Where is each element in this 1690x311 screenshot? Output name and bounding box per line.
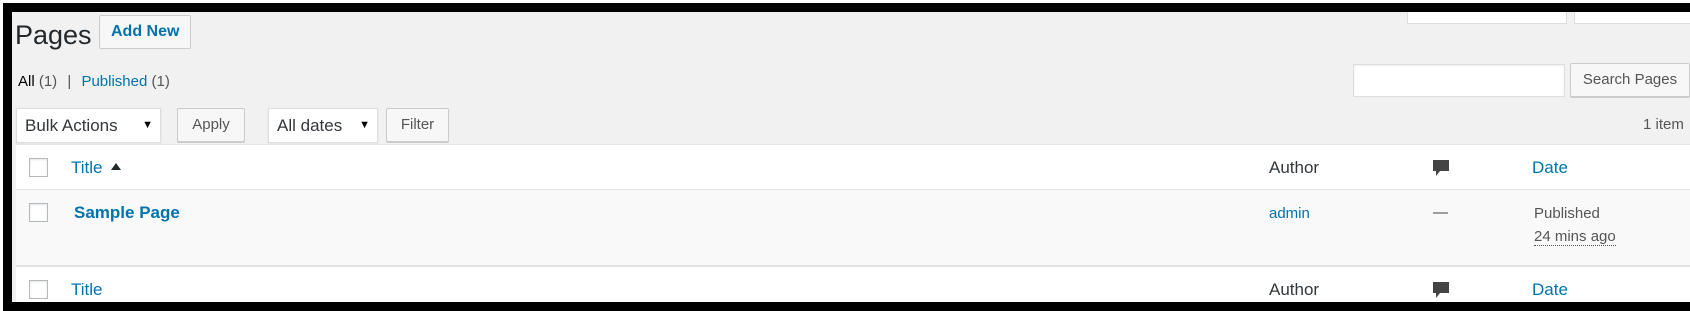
table-row: Sample Page admin — Published 24 mins ag… [16, 190, 1690, 266]
filter-button[interactable]: Filter [386, 108, 449, 142]
column-author-header: Author [1269, 158, 1320, 177]
column-date-header[interactable]: Date [1532, 158, 1568, 178]
pages-screen: Pages Add New All (1) | Published (1) Se… [12, 12, 1690, 302]
apply-button[interactable]: Apply [177, 108, 245, 142]
bulk-actions-select[interactable]: Bulk Actions ▼ [16, 108, 161, 143]
search-pages-button[interactable]: Search Pages [1570, 63, 1690, 97]
view-published-link[interactable]: Published [81, 73, 147, 90]
bulk-actions-value: Bulk Actions [25, 116, 118, 135]
view-published-count: (1) [151, 73, 170, 90]
table-header-row: Title Author Date [16, 145, 1690, 190]
dropdown-arrow-icon: ▼ [142, 119, 153, 131]
pages-table: Title Author Date Sample Page admin — Pu… [16, 144, 1690, 302]
comment-bubble-icon[interactable] [1430, 157, 1452, 179]
post-time: 24 mins ago [1534, 228, 1616, 246]
column-author-footer: Author [1269, 280, 1320, 299]
dates-select[interactable]: All dates ▼ [268, 108, 378, 143]
column-title-footer[interactable]: Title [71, 280, 103, 300]
page-title: Pages [15, 20, 92, 50]
post-status: Published [1534, 205, 1600, 222]
dropdown-arrow-icon: ▼ [359, 119, 370, 131]
view-filters: All (1) | Published (1) [18, 72, 170, 92]
column-date-footer[interactable]: Date [1532, 280, 1568, 300]
view-all-link[interactable]: All [18, 73, 35, 90]
sort-ascending-icon [110, 163, 121, 170]
add-new-button[interactable]: Add New [99, 15, 192, 49]
search-input[interactable] [1353, 64, 1565, 97]
page-title-link[interactable]: Sample Page [74, 203, 180, 223]
select-all-checkbox-footer[interactable] [29, 280, 48, 299]
row-checkbox[interactable] [29, 203, 48, 222]
author-link[interactable]: admin [1269, 205, 1310, 222]
screen-options-tab[interactable] [1407, 12, 1567, 24]
dates-value: All dates [277, 116, 343, 135]
view-separator: | [67, 73, 72, 90]
comments-count: — [1433, 204, 1448, 221]
window-frame: Pages Add New All (1) | Published (1) Se… [3, 3, 1690, 311]
comment-bubble-icon[interactable] [1430, 279, 1452, 301]
column-title-header[interactable]: Title [71, 158, 121, 178]
table-footer-row: Title Author Date [16, 266, 1690, 302]
items-count: 1 item [1643, 116, 1684, 133]
help-tab[interactable] [1574, 12, 1690, 24]
column-title-label: Title [71, 158, 103, 177]
view-all-count: (1) [38, 73, 58, 90]
select-all-checkbox[interactable] [29, 158, 48, 177]
